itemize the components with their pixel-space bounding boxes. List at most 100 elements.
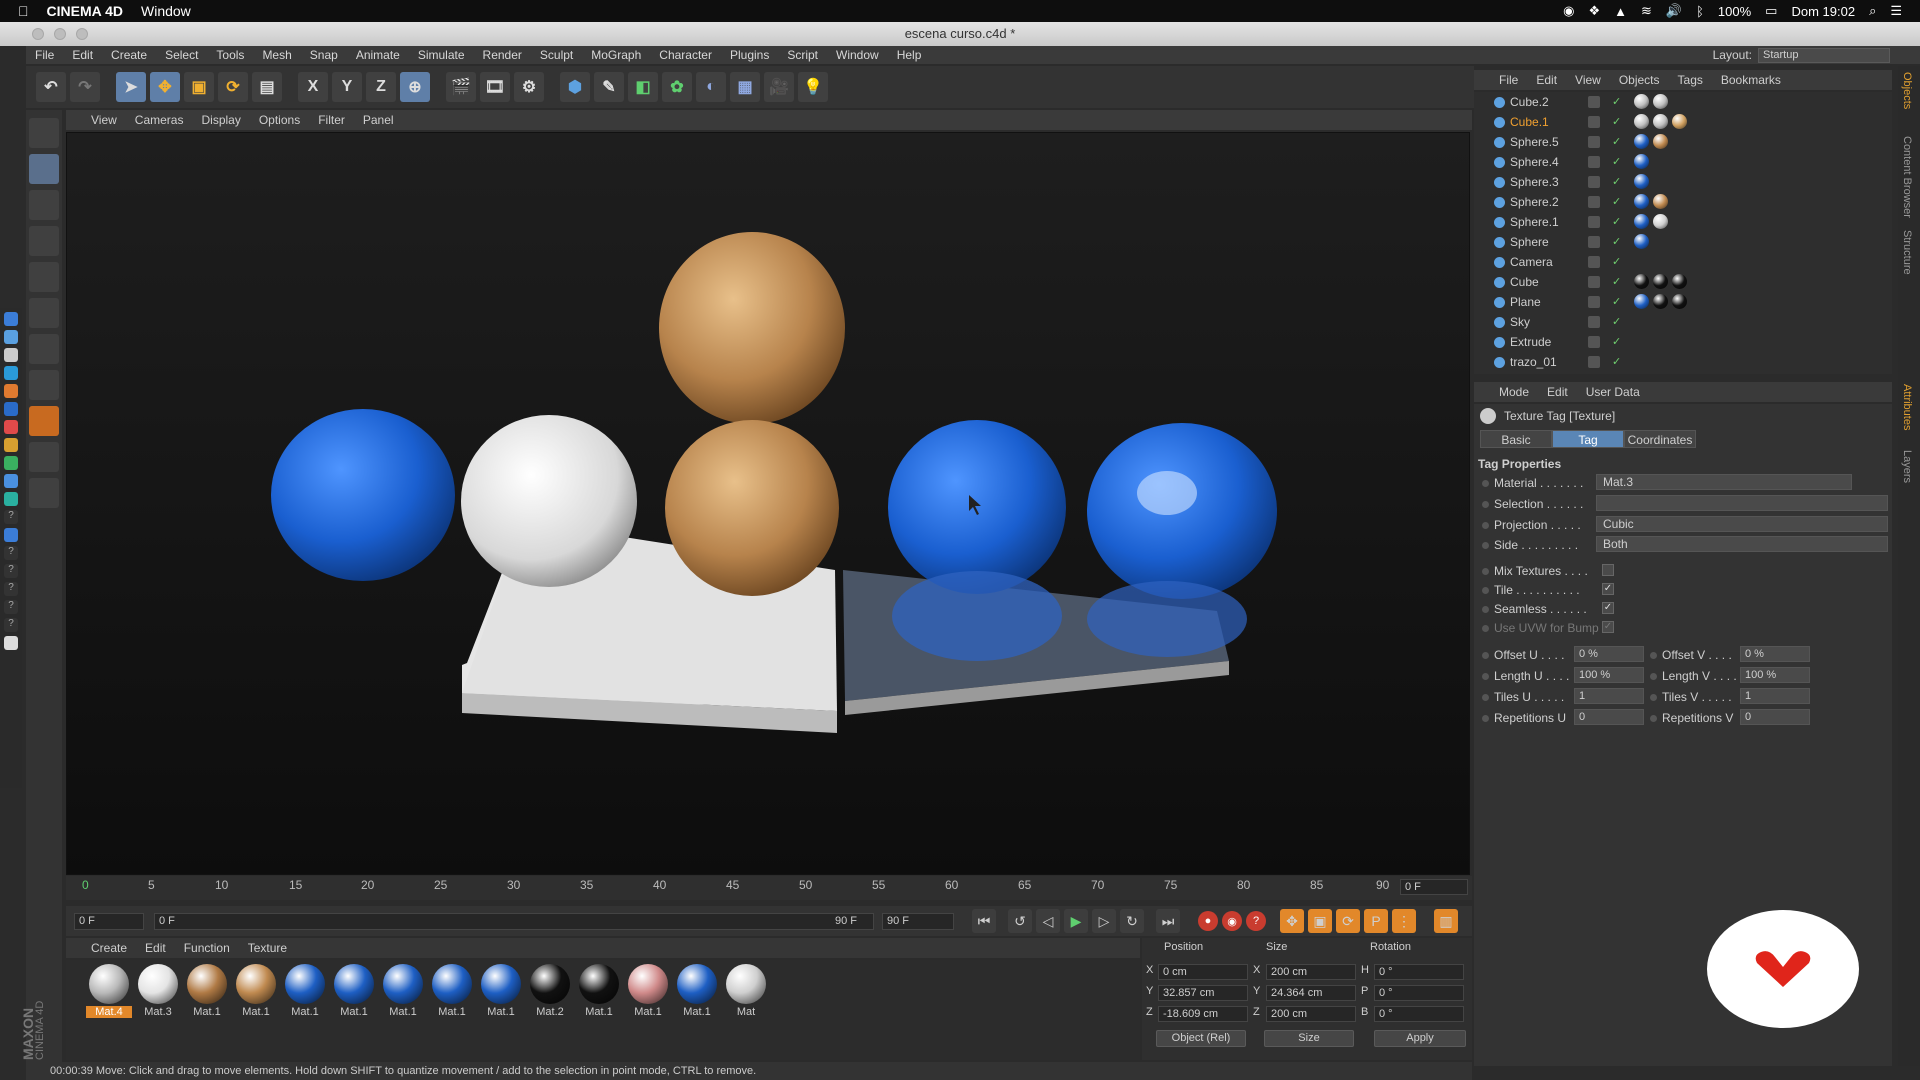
edges-mode-icon[interactable] bbox=[29, 298, 59, 328]
texture-tag-icon[interactable] bbox=[1634, 134, 1649, 149]
key-position-icon[interactable]: ✥ bbox=[1280, 909, 1304, 933]
mail-icon[interactable] bbox=[4, 474, 18, 488]
vp-menu-options[interactable]: Options bbox=[250, 113, 309, 127]
keyframe-selection-icon[interactable]: ? bbox=[1246, 911, 1266, 931]
notification-icon[interactable]: ☰ bbox=[1890, 3, 1902, 19]
texture-tag-icon[interactable] bbox=[1672, 294, 1687, 309]
app-teal-icon[interactable] bbox=[4, 492, 18, 506]
model-mode-icon[interactable] bbox=[29, 154, 59, 184]
enabled-check-icon[interactable]: ✓ bbox=[1612, 132, 1621, 152]
key-param-icon[interactable]: P bbox=[1364, 909, 1388, 933]
material-swatch[interactable]: Mat.1 bbox=[478, 962, 524, 1024]
side-dropdown[interactable]: Both bbox=[1596, 536, 1888, 552]
nurbs-icon[interactable]: ◧ bbox=[628, 72, 658, 102]
chrome-icon[interactable] bbox=[4, 348, 18, 362]
autokey-icon[interactable]: ◉ bbox=[1222, 911, 1242, 931]
size-y-field[interactable]: 24.364 cm bbox=[1266, 985, 1356, 1001]
coordinate-system-icon[interactable]: ⊕ bbox=[400, 72, 430, 102]
record-keys-icon[interactable]: ● bbox=[1198, 911, 1218, 931]
obj-menu-file[interactable]: File bbox=[1490, 73, 1527, 87]
mix-textures-checkbox[interactable] bbox=[1602, 564, 1614, 576]
tab-coordinates[interactable]: Coordinates bbox=[1624, 430, 1696, 448]
texture-tag-icon[interactable] bbox=[1634, 114, 1649, 129]
material-swatch[interactable]: Mat.1 bbox=[233, 962, 279, 1024]
texture-tag-icon[interactable] bbox=[1634, 194, 1649, 209]
length-v-field[interactable]: 100 % bbox=[1740, 667, 1810, 683]
menu-mesh[interactable]: Mesh bbox=[253, 48, 300, 62]
vp-menu-panel[interactable]: Panel bbox=[354, 113, 403, 127]
tiles-u-field[interactable]: 1 bbox=[1574, 688, 1644, 704]
layer-icon[interactable] bbox=[1588, 296, 1600, 308]
object-row[interactable]: Sky ✓ bbox=[1474, 312, 1882, 332]
menu-window[interactable]: Window bbox=[827, 48, 888, 62]
current-frame-field[interactable]: 0 F bbox=[1400, 879, 1468, 895]
attr-menu-mode[interactable]: Mode bbox=[1490, 385, 1538, 399]
selection-field[interactable] bbox=[1596, 495, 1888, 511]
render-settings-icon[interactable]: ⚙ bbox=[514, 72, 544, 102]
coordinate-mode-dropdown[interactable]: Object (Rel) bbox=[1156, 1030, 1246, 1047]
attr-menu-userdata[interactable]: User Data bbox=[1577, 385, 1649, 399]
offset-u-field[interactable]: 0 % bbox=[1574, 646, 1644, 662]
position-z-field[interactable]: -18.609 cm bbox=[1158, 1006, 1248, 1022]
c4d-dock-icon[interactable] bbox=[4, 402, 18, 416]
layer-icon[interactable] bbox=[1588, 116, 1600, 128]
position-x-field[interactable]: 0 cm bbox=[1158, 964, 1248, 980]
layer-icon[interactable] bbox=[1588, 276, 1600, 288]
object-row[interactable]: Camera ✓ bbox=[1474, 252, 1882, 272]
material-swatch[interactable]: Mat.1 bbox=[576, 962, 622, 1024]
enabled-check-icon[interactable]: ✓ bbox=[1612, 92, 1621, 112]
apple-icon[interactable]:  bbox=[18, 3, 29, 19]
texture-tag-icon[interactable] bbox=[1653, 294, 1668, 309]
texture-tag-icon[interactable] bbox=[1634, 274, 1649, 289]
menu-file[interactable]: File bbox=[26, 48, 63, 62]
drive-icon[interactable]: ▲ bbox=[1614, 4, 1627, 19]
object-row[interactable]: Cube ✓ bbox=[1474, 272, 1882, 292]
menu-edit[interactable]: Edit bbox=[63, 48, 102, 62]
enabled-check-icon[interactable]: ✓ bbox=[1612, 232, 1621, 252]
recent-tool-icon[interactable]: ▤ bbox=[252, 72, 282, 102]
close-window-button[interactable] bbox=[32, 28, 44, 40]
undo-icon[interactable]: ↶ bbox=[36, 72, 66, 102]
material-swatch[interactable]: Mat.2 bbox=[527, 962, 573, 1024]
play-icon[interactable]: ▶ bbox=[1064, 909, 1088, 933]
enabled-check-icon[interactable]: ✓ bbox=[1612, 292, 1621, 312]
make-editable-icon[interactable] bbox=[29, 118, 59, 148]
menu-script[interactable]: Script bbox=[778, 48, 827, 62]
layout-dropdown[interactable]: Startup bbox=[1758, 47, 1890, 63]
axis-mode-icon[interactable] bbox=[29, 370, 59, 400]
mat-menu-create[interactable]: Create bbox=[82, 941, 136, 955]
texture-tag-icon[interactable] bbox=[1634, 294, 1649, 309]
key-pla-icon[interactable]: ⋮ bbox=[1392, 909, 1416, 933]
array-icon[interactable]: ✿ bbox=[662, 72, 692, 102]
snap-icon[interactable] bbox=[29, 478, 59, 508]
material-swatch[interactable]: Mat.1 bbox=[674, 962, 720, 1024]
render-view-icon[interactable]: 🎬 bbox=[446, 72, 476, 102]
select-arrow-icon[interactable]: ➤ bbox=[116, 72, 146, 102]
app-red-icon[interactable] bbox=[4, 420, 18, 434]
material-swatch[interactable]: Mat.3 bbox=[135, 962, 181, 1024]
layer-icon[interactable] bbox=[1588, 216, 1600, 228]
app-orange-icon[interactable] bbox=[4, 438, 18, 452]
layer-icon[interactable] bbox=[1588, 156, 1600, 168]
apply-button[interactable]: Apply bbox=[1374, 1030, 1466, 1047]
material-swatch[interactable]: Mat bbox=[723, 962, 769, 1024]
material-swatch[interactable]: Mat.1 bbox=[625, 962, 671, 1024]
tab-objects[interactable]: Objects bbox=[1901, 72, 1913, 109]
help-icon[interactable]: ? bbox=[4, 582, 18, 596]
folder-icon[interactable] bbox=[4, 528, 18, 542]
vp-menu-cameras[interactable]: Cameras bbox=[126, 113, 193, 127]
points-mode-icon[interactable] bbox=[29, 262, 59, 292]
object-row[interactable]: Sphere.4 ✓ bbox=[1474, 152, 1882, 172]
object-row[interactable]: Extrude ✓ bbox=[1474, 332, 1882, 352]
range-slider[interactable]: 0 F 90 F bbox=[154, 912, 874, 930]
x-axis-lock[interactable]: X bbox=[298, 72, 328, 102]
rotation-p-field[interactable]: 0 ° bbox=[1374, 985, 1464, 1001]
object-row[interactable]: Plane ✓ bbox=[1474, 292, 1882, 312]
redo-icon[interactable]: ↷ bbox=[70, 72, 100, 102]
rotation-h-field[interactable]: 0 ° bbox=[1374, 964, 1464, 980]
layer-icon[interactable] bbox=[1588, 316, 1600, 328]
photoshop-icon[interactable] bbox=[4, 366, 18, 380]
texture-tag-icon[interactable] bbox=[1653, 94, 1668, 109]
enabled-check-icon[interactable]: ✓ bbox=[1612, 332, 1621, 352]
scale-tool-icon[interactable]: ▣ bbox=[184, 72, 214, 102]
